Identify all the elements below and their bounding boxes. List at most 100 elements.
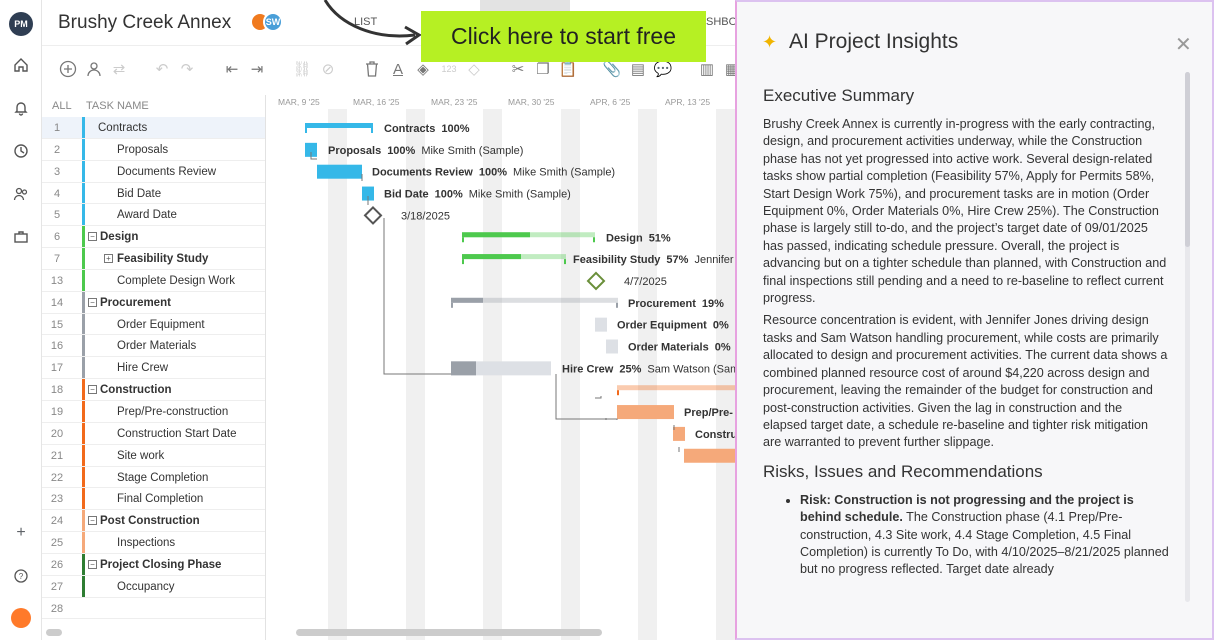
table-row[interactable]: 22 Stage Completion <box>42 466 265 489</box>
task-name[interactable]: Contracts <box>98 122 147 134</box>
summary-bar-progress[interactable] <box>305 123 373 128</box>
task-name[interactable]: Inspections <box>117 537 175 549</box>
columns-icon[interactable]: ▥ <box>697 59 717 79</box>
panel-scrollbar-thumb[interactable] <box>1185 72 1190 247</box>
table-row[interactable]: 6 − Design <box>42 226 265 249</box>
app-logo[interactable]: PM <box>9 12 33 36</box>
task-name[interactable]: Proposals <box>117 144 168 156</box>
task-bar[interactable] <box>606 339 618 354</box>
task-name[interactable]: Post Construction <box>100 515 200 527</box>
task-name[interactable]: Prep/Pre-construction <box>117 406 228 418</box>
task-name[interactable]: Order Materials <box>117 340 196 352</box>
task-name[interactable]: Award Date <box>117 209 177 221</box>
collapse-toggle-icon[interactable]: − <box>88 232 97 242</box>
task-bar[interactable] <box>673 426 685 441</box>
table-row[interactable]: 24 − Post Construction <box>42 510 265 533</box>
task-name[interactable]: Feasibility Study <box>117 253 208 265</box>
notifications-icon[interactable] <box>8 95 34 121</box>
summary-bar-cap[interactable] <box>564 259 566 265</box>
collapse-toggle-icon[interactable]: − <box>88 297 97 307</box>
task-name[interactable]: Documents Review <box>117 166 216 178</box>
paste-icon[interactable]: 📋 <box>558 59 578 79</box>
task-name[interactable]: Occupancy <box>117 581 175 593</box>
task-name-header[interactable]: TASK NAME <box>86 100 149 112</box>
collapse-toggle-icon[interactable]: − <box>88 516 97 526</box>
copy-icon[interactable]: ❐ <box>533 59 553 79</box>
task-name[interactable]: Hire Crew <box>117 362 168 374</box>
start-free-button[interactable]: Click here to start free <box>421 11 706 62</box>
table-row[interactable]: 25 Inspections <box>42 532 265 554</box>
expand-toggle-icon[interactable]: + <box>104 254 113 264</box>
delete-icon[interactable] <box>362 59 382 79</box>
grid-scrollbar[interactable] <box>46 629 62 636</box>
undo-icon[interactable]: ↶ <box>152 59 172 79</box>
task-name[interactable]: Order Equipment <box>117 319 205 331</box>
summary-bar-progress[interactable] <box>462 254 521 260</box>
summary-bar-cap[interactable] <box>462 259 464 265</box>
task-name[interactable]: Construction Start Date <box>117 428 237 440</box>
link-icon[interactable]: ⇄ <box>109 59 129 79</box>
table-row[interactable]: 2 Proposals <box>42 138 265 161</box>
summary-bar[interactable] <box>617 385 735 391</box>
add-icon[interactable]: + <box>8 520 34 546</box>
notes-icon[interactable]: ▤ <box>628 59 648 79</box>
table-row[interactable]: 16 Order Materials <box>42 335 265 358</box>
summary-bar-cap[interactable] <box>305 128 307 133</box>
number-icon[interactable]: 123 <box>439 59 459 79</box>
milestone-diamond[interactable] <box>586 271 606 291</box>
task-bar[interactable] <box>617 405 674 420</box>
briefcase-icon[interactable] <box>8 224 34 250</box>
task-bar[interactable] <box>317 164 362 179</box>
task-bar[interactable] <box>684 448 735 463</box>
dashboard-view-tab[interactable]: SHBO <box>706 16 737 28</box>
collapse-toggle-icon[interactable]: − <box>88 385 97 395</box>
link-chain-icon[interactable]: ⛓ <box>292 59 312 79</box>
table-row[interactable]: 27 Occupancy <box>42 575 265 598</box>
milestone-icon[interactable]: ◇ <box>464 59 484 79</box>
task-name[interactable]: Design <box>100 231 138 243</box>
task-name[interactable]: Construction <box>100 384 172 396</box>
table-row[interactable]: 3 Documents Review <box>42 160 265 183</box>
task-name[interactable]: Stage Completion <box>117 472 208 484</box>
redo-icon[interactable]: ↷ <box>177 59 197 79</box>
collapse-toggle-icon[interactable]: − <box>88 559 97 569</box>
table-row[interactable]: 23 Final Completion <box>42 488 265 511</box>
select-all-header[interactable]: ALL <box>52 100 72 112</box>
summary-bar-cap[interactable] <box>451 302 453 308</box>
task-bar-progress[interactable] <box>451 361 476 376</box>
task-name[interactable]: Procurement <box>100 297 171 309</box>
cut-icon[interactable]: ✂ <box>508 59 528 79</box>
table-row[interactable]: 14 − Procurement <box>42 291 265 314</box>
table-row[interactable]: 19 Prep/Pre-construction <box>42 400 265 423</box>
indent-icon[interactable]: ⇥ <box>247 59 267 79</box>
table-row[interactable]: 5 Award Date <box>42 204 265 227</box>
task-bar[interactable] <box>595 317 607 332</box>
table-row[interactable]: 7 + Feasibility Study <box>42 248 265 270</box>
task-name[interactable]: Complete Design Work <box>117 275 235 287</box>
milestone-diamond[interactable] <box>363 205 383 225</box>
people-icon[interactable] <box>8 181 34 207</box>
close-icon[interactable]: ✕ <box>1175 32 1192 57</box>
add-user-icon[interactable] <box>84 59 104 79</box>
help-icon[interactable]: ? <box>8 563 34 589</box>
table-row[interactable]: 15 Order Equipment <box>42 313 265 336</box>
table-row[interactable]: 4 Bid Date <box>42 182 265 205</box>
clock-icon[interactable] <box>8 138 34 164</box>
attachment-icon[interactable]: 📎 <box>602 59 622 79</box>
table-row[interactable]: 21 Site work <box>42 444 265 467</box>
add-task-icon[interactable] <box>58 59 78 79</box>
summary-bar-cap[interactable] <box>616 302 618 308</box>
home-icon[interactable] <box>8 52 34 78</box>
user-avatar[interactable] <box>11 608 31 628</box>
task-name[interactable]: Project Closing Phase <box>100 559 221 571</box>
table-row[interactable]: 1 Contracts <box>42 117 265 139</box>
table-row[interactable]: 18 − Construction <box>42 379 265 401</box>
summary-bar-progress[interactable] <box>462 232 530 238</box>
summary-bar-cap[interactable] <box>617 390 619 396</box>
summary-bar-cap[interactable] <box>462 237 464 243</box>
fill-color-icon[interactable]: ◈ <box>413 59 433 79</box>
table-row[interactable]: 20 Construction Start Date <box>42 422 265 445</box>
table-row[interactable]: 26 − Project Closing Phase <box>42 553 265 576</box>
outdent-icon[interactable]: ⇤ <box>222 59 242 79</box>
table-row[interactable]: 17 Hire Crew <box>42 357 265 380</box>
